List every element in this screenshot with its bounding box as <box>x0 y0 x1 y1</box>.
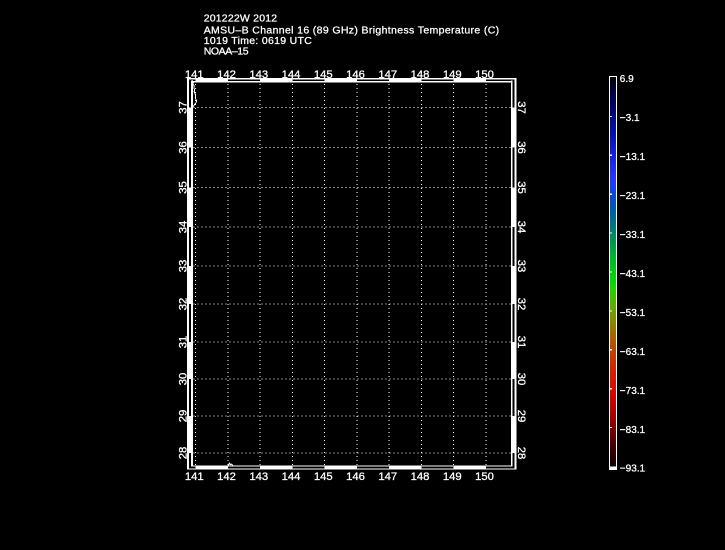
svg-text:34: 34 <box>515 221 527 234</box>
svg-text:36: 36 <box>177 141 189 154</box>
svg-text:32: 32 <box>515 298 527 311</box>
svg-text:−53.1: −53.1 <box>620 308 646 319</box>
svg-text:148: 148 <box>411 69 430 81</box>
svg-text:−23.1: −23.1 <box>620 191 646 202</box>
svg-text:31: 31 <box>515 336 527 349</box>
svg-text:36: 36 <box>515 141 527 154</box>
svg-text:147: 147 <box>378 69 397 81</box>
svg-text:33: 33 <box>515 260 527 273</box>
svg-text:141: 141 <box>185 69 204 81</box>
svg-text:32: 32 <box>177 298 189 311</box>
svg-text:−13.1: −13.1 <box>620 152 646 163</box>
svg-text:−43.1: −43.1 <box>620 269 646 280</box>
svg-text:−83.1: −83.1 <box>620 425 646 436</box>
svg-text:35: 35 <box>177 181 189 194</box>
svg-text:144: 144 <box>282 69 301 81</box>
svg-text:−63.1: −63.1 <box>620 347 646 358</box>
svg-text:37: 37 <box>515 101 527 114</box>
svg-text:142: 142 <box>217 471 236 483</box>
svg-text:142: 142 <box>217 69 236 81</box>
svg-text:143: 143 <box>249 69 268 81</box>
svg-text:149: 149 <box>443 69 462 81</box>
svg-text:35: 35 <box>515 181 527 194</box>
svg-text:37: 37 <box>177 101 189 114</box>
svg-text:143: 143 <box>249 471 268 483</box>
svg-text:30: 30 <box>515 373 527 386</box>
svg-text:29: 29 <box>177 410 189 423</box>
svg-text:−33.1: −33.1 <box>620 230 646 241</box>
svg-text:145: 145 <box>314 471 333 483</box>
svg-text:148: 148 <box>411 471 430 483</box>
svg-text:−3.1: −3.1 <box>620 113 640 124</box>
svg-text:−73.1: −73.1 <box>620 386 646 397</box>
svg-text:147: 147 <box>378 471 397 483</box>
svg-text:−93.1: −93.1 <box>620 464 646 475</box>
svg-text:144: 144 <box>282 471 301 483</box>
svg-text:150: 150 <box>475 69 494 81</box>
svg-text:6.9: 6.9 <box>620 74 634 85</box>
svg-text:145: 145 <box>314 69 333 81</box>
svg-text:NOAA–15: NOAA–15 <box>204 46 249 58</box>
svg-text:30: 30 <box>177 373 189 386</box>
svg-text:28: 28 <box>515 447 527 460</box>
svg-text:31: 31 <box>177 336 189 349</box>
svg-text:34: 34 <box>177 221 189 234</box>
svg-text:201222W 2012: 201222W 2012 <box>204 13 278 25</box>
svg-text:146: 146 <box>346 69 365 81</box>
svg-text:28: 28 <box>177 447 189 460</box>
svg-text:33: 33 <box>177 260 189 273</box>
svg-text:150: 150 <box>475 471 494 483</box>
svg-text:146: 146 <box>346 471 365 483</box>
svg-text:149: 149 <box>443 471 462 483</box>
svg-text:141: 141 <box>185 471 204 483</box>
svg-text:29: 29 <box>515 410 527 423</box>
